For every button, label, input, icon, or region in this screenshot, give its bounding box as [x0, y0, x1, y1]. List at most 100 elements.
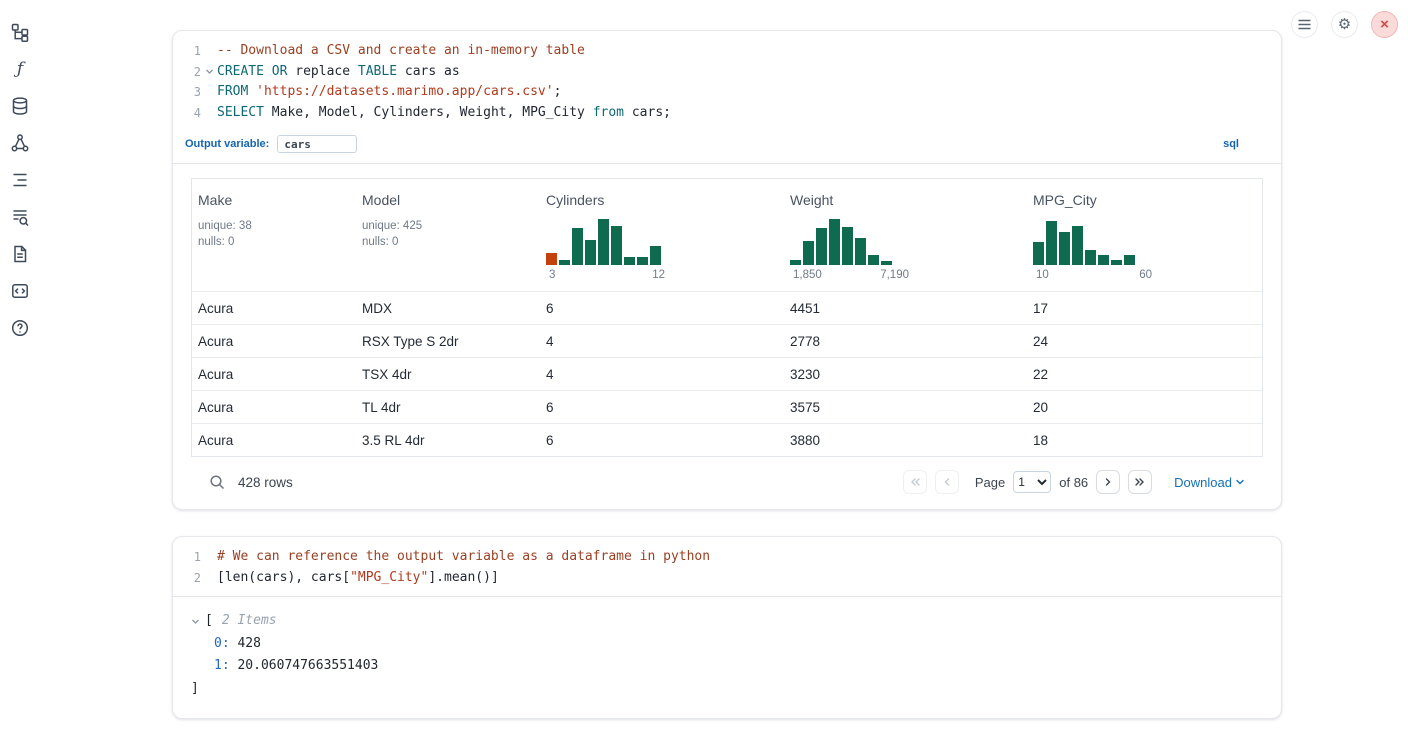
histogram-bar — [816, 228, 827, 265]
settings-button[interactable]: ⚙ — [1331, 11, 1358, 38]
table-cell: 3.5 RL 4dr — [356, 433, 540, 448]
line-number: 1 — [173, 41, 201, 62]
table-cell: Acura — [192, 301, 356, 316]
table-header: Makeunique: 38nulls: 0Modelunique: 425nu… — [192, 179, 1262, 291]
code-line: 2[len(cars), cars["MPG_City"].mean()] — [173, 568, 1281, 589]
histogram-bar — [572, 228, 583, 265]
column-label: MPG_City — [1033, 192, 1256, 208]
table-cell: 4451 — [784, 301, 1027, 316]
tree-entries: 0: 4281: 20.060747663551403 — [191, 633, 1263, 678]
column-header-cylinders[interactable]: Cylinders312 — [540, 179, 784, 291]
code-line: 3FROM 'https://datasets.marimo.app/cars.… — [173, 82, 1281, 103]
menu-button[interactable] — [1291, 11, 1318, 38]
tree-key: 0: — [214, 636, 230, 651]
histogram-bar — [1111, 260, 1122, 265]
search-button[interactable] — [209, 474, 226, 491]
axis-min: 3 — [549, 269, 555, 281]
fold-spacer — [201, 41, 217, 62]
output-variable-input[interactable] — [277, 135, 357, 153]
dependency-graph-icon[interactable] — [8, 131, 32, 155]
datasources-icon[interactable] — [8, 94, 32, 118]
data-table: Makeunique: 38nulls: 0Modelunique: 425nu… — [191, 178, 1263, 457]
last-page-button[interactable] — [1128, 470, 1152, 494]
table-body: AcuraMDX6445117AcuraRSX Type S 2dr427782… — [192, 291, 1262, 456]
fold-spacer — [201, 103, 217, 124]
code-text: [len(cars), cars["MPG_City"].mean()] — [217, 568, 499, 589]
code-line: 4SELECT Make, Model, Cylinders, Weight, … — [173, 103, 1281, 124]
code-token: from — [593, 105, 624, 120]
histogram-bar — [624, 257, 635, 265]
histogram-bar — [803, 241, 814, 265]
code-token: # We can reference the output variable a… — [217, 549, 710, 564]
search-icon — [209, 474, 226, 491]
column-stat: nulls: 0 — [362, 234, 534, 250]
table-row: AcuraTL 4dr6357520 — [192, 390, 1262, 423]
code-token — [264, 64, 272, 79]
code-token: ].mean()] — [428, 570, 498, 585]
table-cell: 6 — [540, 301, 784, 316]
help-icon[interactable] — [8, 316, 32, 340]
output-variable-label: Output variable: — [185, 138, 269, 150]
code-token: Make, Model, Cylinders, Weight, MPG_City — [264, 105, 593, 120]
column-header-mpg_city[interactable]: MPG_City1060 — [1027, 179, 1262, 291]
code-token — [248, 84, 256, 99]
histogram-bar — [1085, 250, 1096, 265]
next-page-button[interactable] — [1096, 470, 1120, 494]
outline-icon[interactable] — [8, 168, 32, 192]
prev-page-button[interactable] — [935, 470, 959, 494]
file-tree-icon[interactable] — [8, 20, 32, 44]
code-line: 1 -- Download a CSV and create an in-memo… — [173, 41, 1281, 62]
histogram-bar — [868, 255, 879, 265]
histogram-bar — [598, 219, 609, 265]
row-count: 428 rows — [238, 475, 293, 490]
histogram-bar — [790, 260, 801, 265]
table-cell: 3230 — [784, 367, 1027, 382]
variables-icon[interactable]: ƒ — [8, 57, 32, 81]
fold-spacer — [201, 547, 217, 568]
snippets-icon[interactable] — [8, 279, 32, 303]
histogram-bar — [842, 227, 853, 265]
code-text: FROM 'https://datasets.marimo.app/cars.c… — [217, 82, 561, 103]
close-button[interactable]: × — [1371, 11, 1398, 38]
column-stat: unique: 38 — [198, 218, 350, 234]
chevrons-right-icon — [1134, 476, 1146, 488]
table-row: AcuraMDX6445117 — [192, 291, 1262, 324]
code-token: TABLE — [358, 64, 397, 79]
histogram-bar — [637, 257, 648, 265]
python-code-editor[interactable]: 1# We can reference the output variable … — [173, 537, 1281, 596]
page-select[interactable]: 1 — [1013, 471, 1051, 493]
download-button[interactable]: Download — [1174, 475, 1245, 490]
chevron-down-icon — [1235, 477, 1245, 487]
column-header-model[interactable]: Modelunique: 425nulls: 0 — [356, 179, 540, 291]
sql-cell: 1 -- Download a CSV and create an in-memo… — [172, 30, 1282, 510]
code-line: 2CREATE OR replace TABLE cars as — [173, 62, 1281, 83]
code-text: -- Download a CSV and create an in-memor… — [217, 41, 585, 62]
pagination: Page 1 of 86 — [903, 470, 1245, 494]
code-token: -- Download a CSV and create an in-memor… — [217, 43, 585, 58]
sql-code-editor[interactable]: 1 -- Download a CSV and create an in-memo… — [173, 31, 1281, 131]
histogram-bar — [1033, 242, 1044, 265]
table-cell: RSX Type S 2dr — [356, 334, 540, 349]
histogram-bar — [1046, 221, 1057, 265]
first-page-button[interactable] — [903, 470, 927, 494]
collapse-chevron-icon[interactable] — [191, 617, 200, 626]
axis-min: 10 — [1036, 269, 1049, 281]
column-header-weight[interactable]: Weight1,8507,190 — [784, 179, 1027, 291]
fold-chevron-icon[interactable] — [201, 62, 217, 83]
fold-spacer — [201, 82, 217, 103]
close-bracket: ] — [191, 678, 1263, 701]
documentation-icon[interactable] — [8, 242, 32, 266]
column-header-make[interactable]: Makeunique: 38nulls: 0 — [192, 179, 356, 291]
column-label: Weight — [790, 192, 1021, 208]
table-cell: TL 4dr — [356, 400, 540, 415]
tree-value: 428 — [230, 636, 261, 651]
logs-icon[interactable] — [8, 205, 32, 229]
table-cell: 4 — [540, 334, 784, 349]
table-cell: Acura — [192, 334, 356, 349]
notebook: 1 -- Download a CSV and create an in-memo… — [172, 30, 1282, 719]
table-cell: 6 — [540, 433, 784, 448]
code-token: cars; — [624, 105, 671, 120]
tree-root: [ 2 Items — [191, 610, 1263, 633]
column-label: Model — [362, 192, 534, 208]
tree-value: 20.060747663551403 — [230, 658, 379, 673]
